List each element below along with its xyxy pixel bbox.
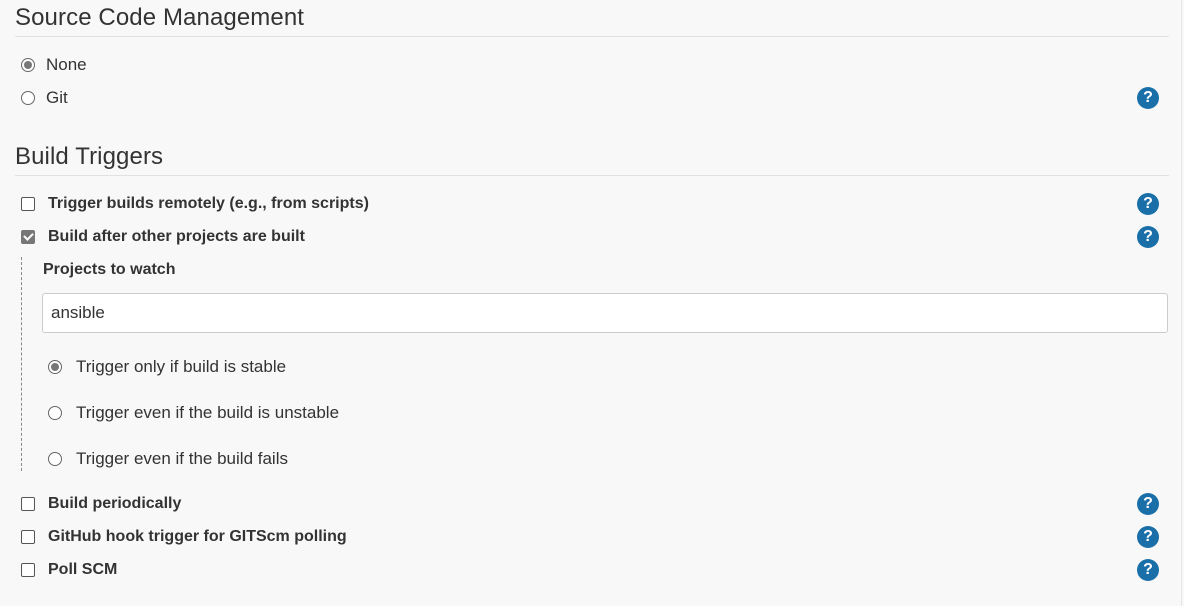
- help-icon[interactable]: ?: [1137, 493, 1159, 515]
- trigger-stable-radio[interactable]: [48, 360, 62, 374]
- trigger-fails-option[interactable]: Trigger even if the build fails: [0, 446, 1170, 472]
- projects-to-watch-input[interactable]: [42, 293, 1168, 333]
- build-after-other-label[interactable]: Build after other projects are built: [48, 228, 305, 246]
- scm-none-radio[interactable]: [21, 58, 35, 72]
- config-panel: Source Code Management None Git ? Build …: [0, 0, 1182, 606]
- build-periodically-row[interactable]: Build periodically: [0, 491, 1170, 517]
- trigger-remote-row[interactable]: Trigger builds remotely (e.g., from scri…: [0, 191, 1170, 217]
- scm-option-git[interactable]: Git: [0, 85, 1170, 111]
- build-triggers-section-title: Build Triggers: [15, 143, 164, 170]
- trigger-remote-label[interactable]: Trigger builds remotely (e.g., from scri…: [48, 195, 369, 213]
- github-hook-checkbox[interactable]: [21, 530, 35, 544]
- build-periodically-checkbox[interactable]: [21, 497, 35, 511]
- build-periodically-label[interactable]: Build periodically: [48, 495, 181, 513]
- poll-scm-row[interactable]: Poll SCM: [0, 557, 1170, 583]
- build-after-other-checkbox[interactable]: [21, 230, 35, 244]
- scm-none-label[interactable]: None: [46, 55, 87, 75]
- trigger-stable-option[interactable]: Trigger only if build is stable: [0, 354, 1170, 380]
- poll-scm-label[interactable]: Poll SCM: [48, 561, 117, 579]
- trigger-unstable-option[interactable]: Trigger even if the build is unstable: [0, 400, 1170, 426]
- scm-git-radio[interactable]: [21, 91, 35, 105]
- scm-option-none[interactable]: None: [0, 52, 1170, 78]
- github-hook-row[interactable]: GitHub hook trigger for GITScm polling: [0, 524, 1170, 550]
- help-icon[interactable]: ?: [1137, 226, 1159, 248]
- scm-section-title: Source Code Management: [15, 4, 305, 31]
- trigger-remote-checkbox[interactable]: [21, 197, 35, 211]
- build-triggers-divider: [15, 175, 1169, 176]
- scm-divider: [15, 36, 1169, 37]
- github-hook-label[interactable]: GitHub hook trigger for GITScm polling: [48, 528, 347, 546]
- trigger-unstable-radio[interactable]: [48, 406, 62, 420]
- trigger-unstable-label[interactable]: Trigger even if the build is unstable: [76, 403, 339, 423]
- projects-to-watch-label: Projects to watch: [43, 261, 176, 278]
- help-icon[interactable]: ?: [1137, 559, 1159, 581]
- trigger-stable-label[interactable]: Trigger only if build is stable: [76, 357, 286, 377]
- trigger-fails-label[interactable]: Trigger even if the build fails: [76, 449, 288, 469]
- poll-scm-checkbox[interactable]: [21, 563, 35, 577]
- scm-git-label[interactable]: Git: [46, 88, 68, 108]
- help-icon[interactable]: ?: [1137, 526, 1159, 548]
- trigger-fails-radio[interactable]: [48, 452, 62, 466]
- build-after-other-row[interactable]: Build after other projects are built: [0, 224, 1170, 250]
- help-icon[interactable]: ?: [1137, 87, 1159, 109]
- help-icon[interactable]: ?: [1137, 193, 1159, 215]
